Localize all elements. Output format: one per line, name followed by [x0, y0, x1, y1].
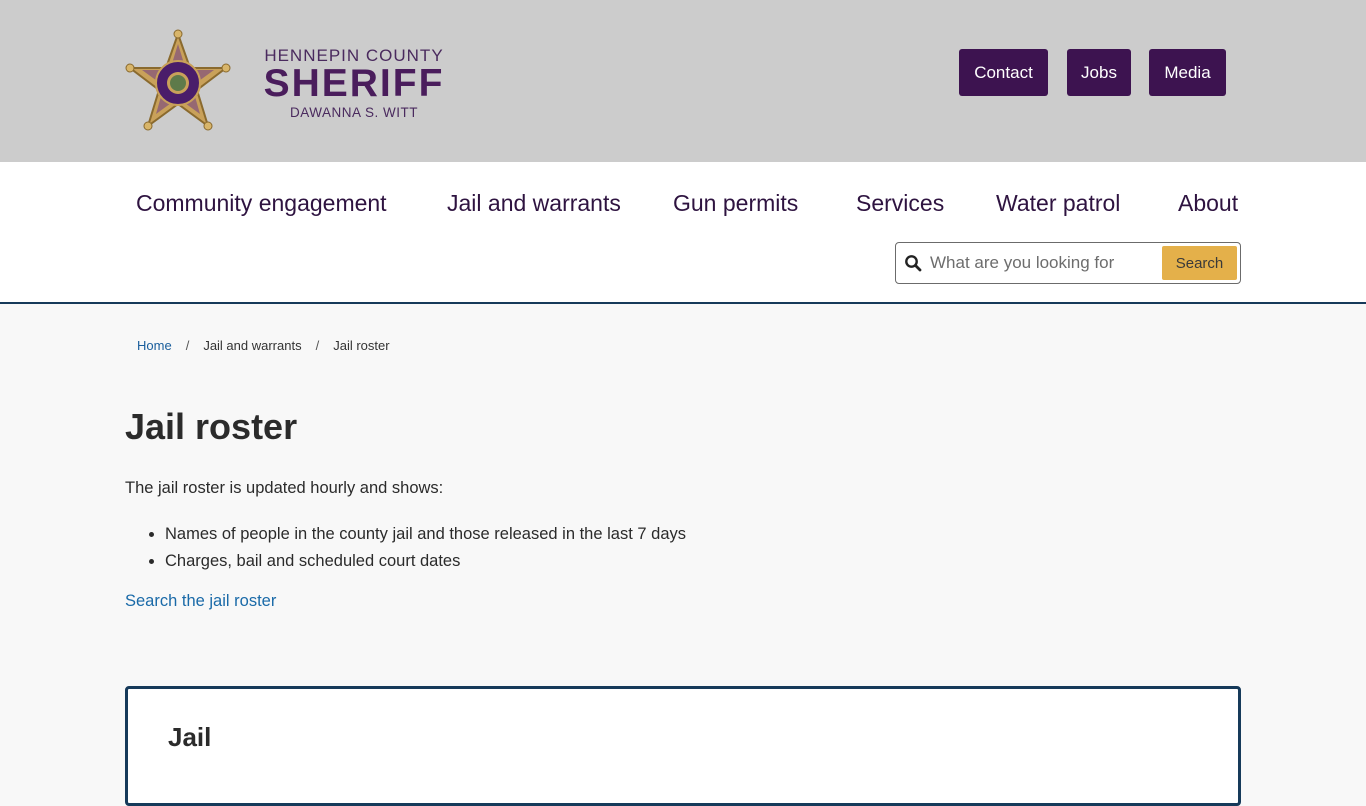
list-item: Charges, bail and scheduled court dates [165, 548, 686, 575]
main-navigation: Community engagement Jail and warrants G… [0, 162, 1366, 304]
breadcrumb-separator: / [315, 338, 320, 353]
info-list: Names of people in the county jail and t… [165, 521, 686, 575]
breadcrumb-home[interactable]: Home [137, 338, 172, 353]
page-title: Jail roster [125, 406, 298, 447]
search-icon [905, 255, 922, 272]
search-input[interactable] [930, 247, 1158, 279]
nav-community-engagement[interactable]: Community engagement [136, 190, 387, 217]
search-jail-roster-link[interactable]: Search the jail roster [125, 592, 276, 611]
card-title: Jail [168, 722, 212, 752]
site-search: Search [895, 242, 1241, 284]
logo-name: DAWANNA S. WITT [290, 105, 418, 120]
site-header: HENNEPIN COUNTY SHERIFF DAWANNA S. WITT … [0, 0, 1366, 162]
nav-about[interactable]: About [1178, 190, 1238, 217]
logo-text: HENNEPIN COUNTY SHERIFF DAWANNA S. WITT [262, 46, 446, 124]
intro-text: The jail roster is updated hourly and sh… [125, 479, 444, 497]
breadcrumb-separator: / [185, 338, 190, 353]
breadcrumb-current: Jail roster [333, 338, 390, 353]
sheriff-logo[interactable]: HENNEPIN COUNTY SHERIFF DAWANNA S. WITT [124, 28, 454, 136]
breadcrumb-jail-and-warrants: Jail and warrants [203, 338, 302, 353]
logo-sheriff: SHERIFF [263, 62, 445, 105]
search-button[interactable]: Search [1162, 246, 1237, 280]
jobs-button[interactable]: Jobs [1067, 49, 1131, 96]
sheriff-star-badge-icon [125, 29, 231, 131]
breadcrumb: Home / Jail and warrants / Jail roster [137, 338, 390, 353]
list-item: Names of people in the county jail and t… [165, 521, 686, 548]
nav-water-patrol[interactable]: Water patrol [996, 190, 1120, 217]
contact-button[interactable]: Contact [959, 49, 1048, 96]
jail-card: Jail [125, 686, 1241, 806]
nav-gun-permits[interactable]: Gun permits [673, 190, 798, 217]
nav-services[interactable]: Services [856, 190, 944, 217]
nav-jail-and-warrants[interactable]: Jail and warrants [447, 190, 621, 217]
media-button[interactable]: Media [1149, 49, 1226, 96]
